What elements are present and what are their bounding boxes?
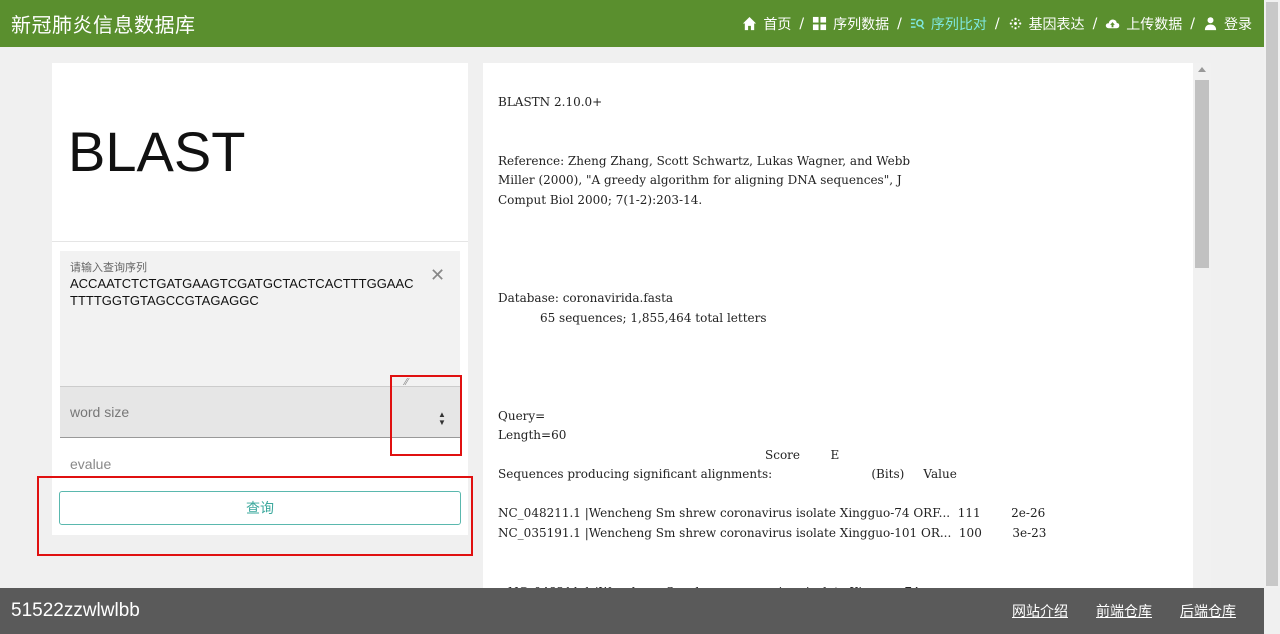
sequence-textarea[interactable]: 请输入查询序列 ACCAATCTCTGATGAAGTCGATGCTACTCACT… [60, 251, 460, 388]
sequence-value[interactable]: ACCAATCTCTGATGAAGTCGATGCTACTCACTTTGGAACT… [70, 275, 420, 309]
blast-result-text: BLASTN 2.10.0+ Reference: Zheng Zhang, S… [498, 95, 1047, 588]
nav-separator: / [1092, 15, 1098, 32]
clear-icon[interactable]: ✕ [430, 265, 445, 286]
footer-link-about[interactable]: 网站介绍 [1012, 601, 1068, 621]
grid-icon [813, 16, 827, 31]
nav-home-label: 首页 [763, 16, 792, 33]
nav-login-label: 登录 [1224, 16, 1252, 33]
page-scrollbar-thumb[interactable] [1266, 2, 1278, 586]
nav-upload-data-label: 上传数据 [1126, 16, 1183, 33]
nav-sequence-data[interactable]: 序列数据 [812, 14, 889, 34]
nav-sequence-data-label: 序列数据 [833, 16, 890, 33]
nav-separator: / [799, 15, 805, 32]
footer-link-frontend-repo[interactable]: 前端仓库 [1096, 601, 1152, 621]
nav-login[interactable]: 登录 [1203, 14, 1252, 34]
nav-separator: / [897, 15, 902, 32]
footer: 51522zzwlwlbb 网站介绍 前端仓库 后端仓库 [0, 588, 1264, 634]
search-list-icon [910, 18, 925, 30]
evalue-placeholder: evalue [70, 456, 112, 472]
main-nav: 首页 / 序列数据 / 序列比对 / 基因表达 / 上传数据 / 登录 [742, 14, 1252, 34]
footer-brand: 51522zzwlwlbb [11, 600, 140, 621]
word-size-placeholder: word size [70, 404, 130, 420]
nav-gene-expression[interactable]: 基因表达 [1008, 14, 1085, 34]
nav-sequence-compare[interactable]: 序列比对 [910, 14, 987, 34]
top-navbar: 新冠肺炎信息数据库 首页 / 序列数据 / 序列比对 / 基因表达 / 上传数据… [0, 0, 1264, 47]
blast-query-card: BLAST 请输入查询序列 ACCAATCTCTGATGAAGTCGATGCTA… [52, 63, 468, 535]
result-scrollbar[interactable] [1193, 63, 1211, 588]
sequence-label: 请输入查询序列 [70, 261, 147, 274]
result-scrollbar-thumb[interactable] [1195, 80, 1209, 268]
page-scrollbar[interactable] [1264, 0, 1280, 588]
site-brand[interactable]: 新冠肺炎信息数据库 [11, 9, 196, 38]
nav-sequence-compare-label: 序列比对 [930, 16, 987, 33]
footer-link-backend-repo[interactable]: 后端仓库 [1180, 601, 1236, 621]
user-icon [1204, 17, 1217, 31]
home-icon [743, 16, 757, 31]
annotation-box-spinner [390, 375, 462, 456]
scroll-up-arrow-icon[interactable] [1198, 67, 1206, 72]
cloud-upload-icon [1106, 19, 1120, 29]
dots-grid-icon [1009, 17, 1021, 30]
nav-home[interactable]: 首页 [742, 14, 791, 34]
footer-links: 网站介绍 前端仓库 后端仓库 [1012, 601, 1236, 621]
card-divider [52, 241, 468, 242]
annotation-box-query-button [37, 476, 473, 556]
nav-separator: / [1190, 15, 1195, 32]
nav-upload-data[interactable]: 上传数据 [1105, 14, 1182, 34]
blast-result-panel: BLASTN 2.10.0+ Reference: Zheng Zhang, S… [483, 63, 1193, 588]
nav-separator: / [994, 15, 1000, 32]
nav-gene-expression-label: 基因表达 [1028, 16, 1085, 33]
blast-title: BLAST [68, 120, 246, 183]
